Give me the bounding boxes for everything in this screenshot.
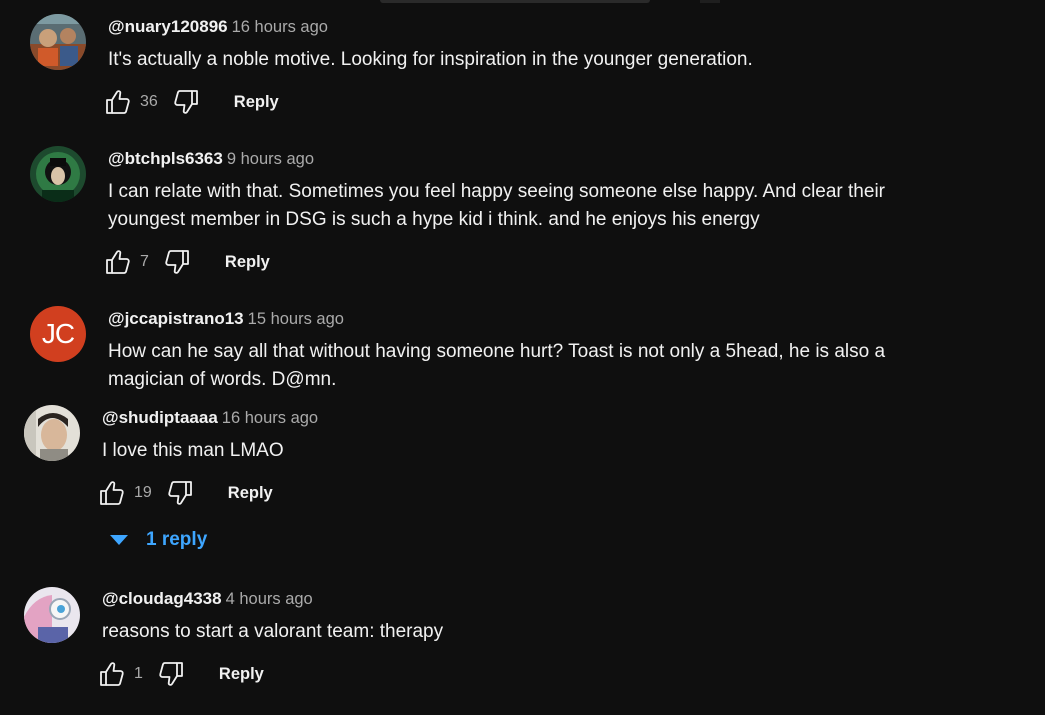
thumbs-down-icon	[168, 481, 192, 505]
avatar[interactable]	[24, 405, 80, 461]
comment-author[interactable]: @nuary120896	[108, 17, 228, 36]
like-button[interactable]	[98, 479, 126, 507]
like-button[interactable]	[98, 660, 126, 688]
top-scroll-edge-secondary	[700, 0, 720, 3]
reply-button[interactable]: Reply	[234, 93, 279, 112]
thumbs-up-icon	[100, 481, 124, 505]
thumbs-down-icon	[165, 250, 189, 274]
avatar[interactable]	[30, 146, 86, 202]
like-count: 19	[134, 484, 152, 501]
dislike-button[interactable]	[172, 88, 200, 116]
replies-label: 1 reply	[146, 529, 208, 550]
thumbs-up-icon	[106, 90, 130, 114]
comment-text: I can relate with that. Sometimes you fe…	[108, 181, 885, 230]
comment-text: I love this man LMAO	[102, 440, 284, 461]
thumbs-down-icon	[174, 90, 198, 114]
avatar[interactable]	[30, 14, 86, 70]
comment-author[interactable]: @jccapistrano13	[108, 309, 244, 328]
comment-time[interactable]: 4 hours ago	[226, 590, 313, 608]
avatar[interactable]: JC	[30, 306, 86, 362]
dislike-button[interactable]	[166, 479, 194, 507]
thumbs-up-icon	[106, 250, 130, 274]
dislike-button[interactable]	[157, 660, 185, 688]
comment-time[interactable]: 15 hours ago	[248, 310, 344, 328]
reply-button[interactable]: Reply	[228, 484, 273, 503]
dislike-button[interactable]	[163, 248, 191, 276]
comment-text: It's actually a noble motive. Looking fo…	[108, 49, 753, 70]
like-button[interactable]	[104, 248, 132, 276]
comment-text: reasons to start a valorant team: therap…	[102, 621, 444, 642]
reply-button[interactable]: Reply	[225, 253, 270, 272]
avatar-image	[30, 146, 86, 202]
avatar-image	[24, 405, 80, 461]
like-count: 1	[134, 665, 143, 682]
view-replies-button[interactable]: 1 reply	[110, 529, 207, 551]
reply-button[interactable]: Reply	[219, 665, 264, 684]
like-count: 36	[140, 93, 158, 110]
comment-author[interactable]: @shudiptaaaa	[102, 408, 218, 427]
like-button[interactable]	[104, 88, 132, 116]
caret-down-icon	[110, 535, 128, 545]
thumbs-up-icon	[100, 662, 124, 686]
comment-text: How can he say all that without having s…	[108, 341, 886, 390]
comment-time[interactable]: 9 hours ago	[227, 150, 314, 168]
avatar-image	[24, 587, 80, 643]
comment-author[interactable]: @cloudag4338	[102, 589, 222, 608]
top-scroll-edge	[380, 0, 650, 3]
comment-author[interactable]: @btchpls6363	[108, 149, 223, 168]
comment-time[interactable]: 16 hours ago	[232, 18, 328, 36]
thumbs-down-icon	[159, 662, 183, 686]
like-count: 7	[140, 253, 149, 270]
avatar[interactable]	[24, 587, 80, 643]
avatar-image	[30, 14, 86, 70]
comment-time[interactable]: 16 hours ago	[222, 409, 318, 427]
